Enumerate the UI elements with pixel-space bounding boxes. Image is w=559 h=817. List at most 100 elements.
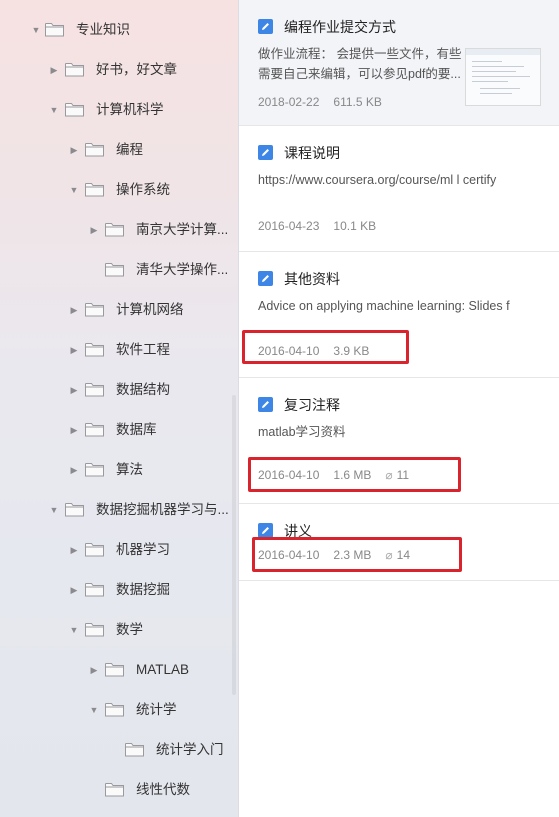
tree-item-label: 统计学入门 bbox=[156, 742, 224, 757]
folder-icon bbox=[85, 143, 104, 157]
chevron-down-icon[interactable]: ▼ bbox=[31, 24, 41, 36]
folder-icon bbox=[65, 503, 84, 517]
tree-item-label: 清华大学操作... bbox=[136, 262, 229, 277]
tree-item[interactable]: ▶ MATLAB bbox=[0, 650, 238, 690]
tree-item[interactable]: ▼ 计算机科学 bbox=[0, 90, 238, 130]
folder-icon bbox=[105, 783, 124, 797]
note-snippet: Advice on applying machine learning: Sli… bbox=[258, 299, 510, 313]
note-edit-icon bbox=[258, 523, 273, 538]
folder-icon bbox=[85, 343, 104, 357]
note-item[interactable]: 课程说明 https://www.coursera.org/course/ml … bbox=[239, 126, 559, 252]
folder-icon bbox=[65, 63, 84, 77]
tree-item[interactable]: ▼ 操作系统 bbox=[0, 170, 238, 210]
chevron-right-icon[interactable]: ▶ bbox=[69, 384, 79, 396]
chevron-down-icon[interactable]: ▼ bbox=[49, 504, 59, 516]
tree-item[interactable]: ▶ 算法 bbox=[0, 450, 238, 490]
note-size: 10.1 KB bbox=[333, 219, 377, 233]
folder-icon bbox=[105, 703, 124, 717]
note-size: 611.5 KB bbox=[333, 95, 382, 109]
tree-item[interactable]: ▶ 数据库 bbox=[0, 410, 238, 450]
chevron-right-icon[interactable]: ▶ bbox=[69, 144, 79, 156]
note-title: 课程说明 bbox=[284, 145, 340, 161]
tree-item[interactable]: ▼ 数学 bbox=[0, 610, 238, 650]
tree-item-label: 数学 bbox=[116, 622, 143, 637]
note-edit-icon bbox=[258, 145, 273, 160]
tree-item[interactable]: ▶ 数据结构 bbox=[0, 370, 238, 410]
tree-item-label: 数据结构 bbox=[116, 382, 170, 397]
chevron-right-icon[interactable]: ▶ bbox=[69, 304, 79, 316]
tree-item[interactable]: 线性代数 bbox=[0, 770, 238, 810]
chevron-right-icon[interactable]: ▶ bbox=[69, 544, 79, 556]
folder-icon bbox=[85, 303, 104, 317]
note-title: 其他资料 bbox=[284, 271, 340, 287]
folder-icon bbox=[85, 543, 104, 557]
note-snippet: matlab学习资料 bbox=[258, 425, 346, 439]
note-snippet: 做作业流程： 会提供一些文件，有些需要自己来编辑，可以参见pdf的要... bbox=[258, 47, 462, 81]
note-title: 编程作业提交方式 bbox=[284, 19, 396, 35]
tree-item[interactable]: ▼ 数据挖掘机器学习与... bbox=[0, 490, 238, 530]
tree-item-label: MATLAB bbox=[136, 662, 190, 677]
folder-icon bbox=[105, 263, 124, 277]
tree-item-label: 线性代数 bbox=[136, 782, 190, 797]
tree-item[interactable]: ▼ 统计学 bbox=[0, 690, 238, 730]
tree-item[interactable]: ▶ 软件工程 bbox=[0, 330, 238, 370]
chevron-down-icon[interactable]: ▼ bbox=[69, 624, 79, 636]
tree-item-label: 统计学 bbox=[136, 702, 177, 717]
tree-item[interactable]: ▶ 数据挖掘 bbox=[0, 570, 238, 610]
tree-item-label: 数据库 bbox=[116, 422, 157, 437]
chevron-right-icon[interactable]: ▶ bbox=[49, 64, 59, 76]
folder-icon bbox=[125, 743, 144, 757]
note-edit-icon bbox=[258, 271, 273, 286]
note-meta: 2016-04-23 10.1 KB bbox=[258, 219, 390, 233]
tree-item-label: 专业知识 bbox=[76, 22, 130, 37]
notebook-sidebar: ▼ 专业知识 ▶ 好书，好文章 ▼ 计算机科学 ▶ 编程 ▼ 操作系统 ▶ 南京… bbox=[0, 0, 239, 817]
note-date: 2018-02-22 bbox=[258, 95, 320, 109]
tree-item-label: 算法 bbox=[116, 462, 143, 477]
chevron-right-icon[interactable]: ▶ bbox=[69, 464, 79, 476]
tree-item-label: 数据挖掘机器学习与... bbox=[96, 502, 229, 517]
chevron-down-icon[interactable]: ▼ bbox=[49, 104, 59, 116]
folder-icon bbox=[85, 623, 104, 637]
chevron-right-icon[interactable]: ▶ bbox=[69, 344, 79, 356]
highlight-box bbox=[248, 457, 461, 492]
note-edit-icon bbox=[258, 19, 273, 34]
chevron-right-icon[interactable]: ▶ bbox=[89, 224, 99, 236]
note-snippet: https://www.coursera.org/course/ml l cer… bbox=[258, 173, 497, 187]
tree-item[interactable]: ▶ 计算机网络 bbox=[0, 290, 238, 330]
notes-list: 编程作业提交方式 做作业流程： 会提供一些文件，有些需要自己来编辑，可以参见pd… bbox=[239, 0, 559, 817]
folder-icon bbox=[85, 383, 104, 397]
chevron-right-icon[interactable]: ▶ bbox=[89, 664, 99, 676]
chevron-right-icon[interactable]: ▶ bbox=[69, 424, 79, 436]
highlight-box bbox=[242, 330, 409, 364]
tree-item-label: 操作系统 bbox=[116, 182, 170, 197]
folder-icon bbox=[85, 463, 104, 477]
tree-item-label: 好书，好文章 bbox=[96, 62, 177, 77]
folder-icon bbox=[105, 663, 124, 677]
tree-item-label: 计算机网络 bbox=[116, 302, 184, 317]
tree-item-label: 编程 bbox=[116, 142, 143, 157]
chevron-down-icon[interactable]: ▼ bbox=[69, 184, 79, 196]
tree-item[interactable]: ▶ 编程 bbox=[0, 130, 238, 170]
tree-item-label: 软件工程 bbox=[116, 342, 170, 357]
tree-item-label: 计算机科学 bbox=[96, 102, 164, 117]
note-item[interactable]: 编程作业提交方式 做作业流程： 会提供一些文件，有些需要自己来编辑，可以参见pd… bbox=[239, 0, 559, 126]
note-thumbnail bbox=[465, 48, 541, 106]
tree-item[interactable]: ▶ 好书，好文章 bbox=[0, 50, 238, 90]
highlight-box bbox=[252, 537, 462, 572]
tree-item[interactable]: ▶ 南京大学计算... bbox=[0, 210, 238, 250]
note-edit-icon bbox=[258, 397, 273, 412]
folder-icon bbox=[65, 103, 84, 117]
chevron-right-icon[interactable]: ▶ bbox=[69, 584, 79, 596]
tree-item-label: 南京大学计算... bbox=[136, 222, 229, 237]
tree-item[interactable]: 统计学入门 bbox=[0, 730, 238, 770]
tree-item[interactable]: 清华大学操作... bbox=[0, 250, 238, 290]
folder-icon bbox=[85, 423, 104, 437]
note-title: 复习注释 bbox=[284, 397, 340, 413]
tree-item[interactable]: ▼ 专业知识 bbox=[0, 10, 238, 50]
sidebar-scrollbar[interactable] bbox=[232, 395, 236, 695]
chevron-down-icon[interactable]: ▼ bbox=[89, 704, 99, 716]
folder-icon bbox=[85, 583, 104, 597]
tree-item[interactable]: ▶ 机器学习 bbox=[0, 530, 238, 570]
note-meta: 2018-02-22 611.5 KB bbox=[258, 95, 396, 109]
tree-item-label: 数据挖掘 bbox=[116, 582, 170, 597]
